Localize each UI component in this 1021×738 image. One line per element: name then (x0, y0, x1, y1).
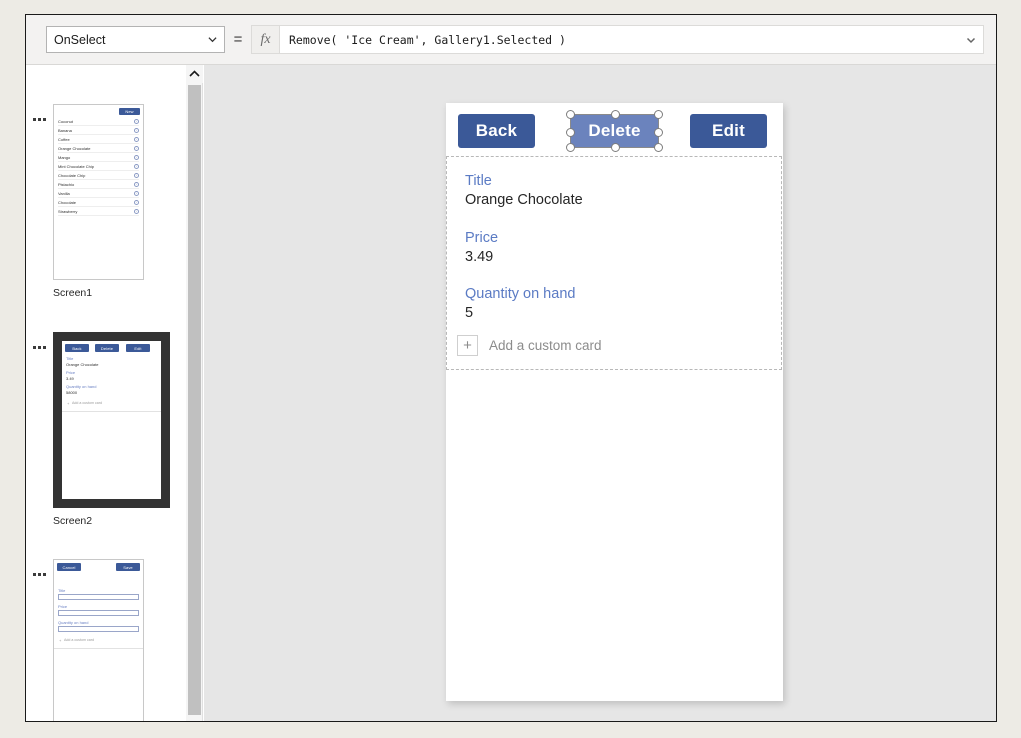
mini-gallery-row: Coconut › (58, 117, 139, 126)
powerapps-studio-window: OnSelect = fx Remove('Ice Cream', Galle… (25, 14, 997, 722)
mini-new-button: New (119, 108, 140, 115)
formula-bar: OnSelect = fx (26, 15, 996, 65)
studio-body: New Coconut › Banana › Coffee › Orange Chocola… (26, 65, 996, 721)
mini-gallery-row: Coffee › (58, 135, 139, 144)
chevron-right-icon: › (134, 118, 139, 124)
chevron-right-icon: › (134, 163, 139, 169)
design-canvas[interactable]: Back Delete Edit Title Orange Chocolate … (204, 65, 996, 721)
mini-gallery-item-label: Coconut (58, 118, 73, 124)
screen1-context-menu-icon[interactable] (31, 113, 49, 127)
field-title[interactable]: Title Orange Chocolate (465, 173, 583, 208)
field-title-value: Orange Chocolate (465, 192, 583, 208)
mini-gallery-row: Vanilla › (58, 189, 139, 198)
field-quantity[interactable]: Quantity on hand 5 (465, 286, 575, 321)
mini-gallery-row: Chocolate › (58, 198, 139, 207)
chevron-right-icon: › (134, 199, 139, 205)
field-price-value: 3.49 (465, 249, 494, 265)
formula-input-wrapper[interactable] (279, 25, 984, 54)
mini-gallery-item-label: Pistachio (58, 181, 75, 187)
mini-price-value: 3.49 (66, 376, 74, 381)
field-quantity-label: Quantity on hand (465, 286, 576, 302)
fx-icon: fx (251, 25, 279, 54)
mini-gallery-item-label: Chocolate (58, 199, 77, 205)
mini-gallery-row: Orange Chocolate › (58, 144, 139, 153)
mini-edit-title-label: Title (58, 588, 66, 593)
scroll-up-chevron-up-icon[interactable] (186, 65, 203, 83)
screen2-context-menu-icon[interactable] (31, 341, 49, 355)
screen1-preview[interactable]: New Coconut › Banana › Coffee › Orange Chocola… (53, 104, 144, 280)
field-title-label: Title (465, 173, 492, 189)
screen-header: Back Delete Edit (446, 103, 783, 155)
mini-delete-button: Delete (95, 344, 119, 352)
mini-title-input (58, 594, 139, 600)
mini-save-button: Save (116, 563, 140, 571)
mini-edit-qty-label: Quantity on hand (58, 620, 89, 625)
screen-thumbnail-rail[interactable]: New Coconut › Banana › Coffee › Orange Chocola… (26, 65, 186, 721)
field-price-label: Price (465, 230, 499, 246)
mini-gallery-item-label: Vanilla (58, 190, 70, 196)
screen2-preview[interactable]: Back Delete Edit Title Orange Chocolate … (53, 332, 170, 508)
mini-add-card: Add a custom card (72, 401, 102, 405)
mini-edit-plus-icon: + (59, 638, 62, 643)
mini-edit-divider (54, 648, 143, 649)
mini-gallery-row: Mint Chocolate Chip › (58, 162, 139, 171)
mini-edit-button: Edit (126, 344, 150, 352)
formula-expand-chevron-down-icon[interactable] (959, 35, 983, 45)
mini-cancel-button: Cancel (57, 563, 81, 571)
mini-gallery-row: Strawberry › (58, 207, 139, 216)
mini-plus-icon: + (67, 401, 70, 406)
mini-gallery-row: Banana › (58, 126, 139, 135)
mini-price-label: Price (66, 370, 76, 375)
mini-back-button: Back (65, 344, 89, 352)
mini-gallery-row: Pistachio › (58, 180, 139, 189)
mini-price-input (58, 610, 139, 616)
chevron-right-icon: › (134, 190, 139, 196)
chevron-right-icon: › (134, 154, 139, 160)
add-custom-card-label: Add a custom card (489, 338, 602, 353)
edit-button[interactable]: Edit (690, 114, 767, 148)
add-custom-card-button[interactable]: + Add a custom card (457, 335, 602, 356)
mini-qty-value: 58000 (66, 390, 78, 395)
thumbnail-screen2[interactable]: Back Delete Edit Title Orange Chocolate … (26, 293, 186, 527)
chevron-right-icon: › (134, 127, 139, 133)
mini-qty-input (58, 626, 139, 632)
mini-gallery-item-label: Orange Chocolate (58, 145, 91, 151)
mini-qty-label: Quantity on hand (66, 384, 97, 389)
chevron-right-icon: › (134, 208, 139, 214)
mini-edit-add-card: Add a custom card (64, 638, 94, 642)
thumbnail-screen1[interactable]: New Coconut › Banana › Coffee › Orange Chocola… (26, 65, 186, 299)
mini-gallery-item-label: Mint Chocolate Chip (58, 163, 95, 169)
screen3-context-menu-icon[interactable] (31, 568, 49, 582)
mini-gallery-item-label: Banana (58, 127, 72, 133)
property-select-wrapper: OnSelect (46, 26, 225, 53)
formula-input[interactable] (280, 31, 959, 48)
plus-icon: + (457, 335, 478, 356)
mini-title-label: Title (66, 356, 74, 361)
mini-edit-price-label: Price (58, 604, 68, 609)
scrollbar-thumb[interactable] (188, 85, 201, 715)
chevron-right-icon: › (134, 145, 139, 151)
delete-button[interactable]: Delete (570, 114, 659, 148)
mini-card-divider (62, 411, 161, 412)
thumbnail-rail-scrollbar[interactable] (186, 65, 203, 721)
property-select[interactable]: OnSelect (46, 26, 225, 53)
field-quantity-value: 5 (465, 305, 474, 321)
mini-gallery-row: Mango › (58, 153, 139, 162)
mini-gallery-item-label: Strawberry (58, 208, 78, 214)
display-form[interactable]: Title Orange Chocolate Price 3.49 Quanti… (446, 156, 782, 370)
chevron-right-icon: › (134, 181, 139, 187)
mini-title-value: Orange Chocolate (66, 362, 99, 367)
chevron-right-icon: › (134, 136, 139, 142)
mini-gallery-item-label: Coffee (58, 136, 70, 142)
field-price[interactable]: Price 3.49 (465, 230, 498, 265)
back-button[interactable]: Back (458, 114, 535, 148)
mini-gallery-row: Chocolate Chip › (58, 171, 139, 180)
chevron-right-icon: › (134, 172, 139, 178)
screen3-preview[interactable]: Cancel Save Title Price Quantity on hand… (53, 559, 144, 721)
mini-gallery-item-label: Mango (58, 154, 71, 160)
mini-gallery-item-label: Chocolate Chip (58, 172, 86, 178)
equals-sign: = (233, 31, 243, 48)
app-screen-canvas[interactable]: Back Delete Edit Title Orange Chocolate … (446, 103, 783, 701)
thumbnail-screen3[interactable]: Cancel Save Title Price Quantity on hand… (26, 520, 186, 721)
